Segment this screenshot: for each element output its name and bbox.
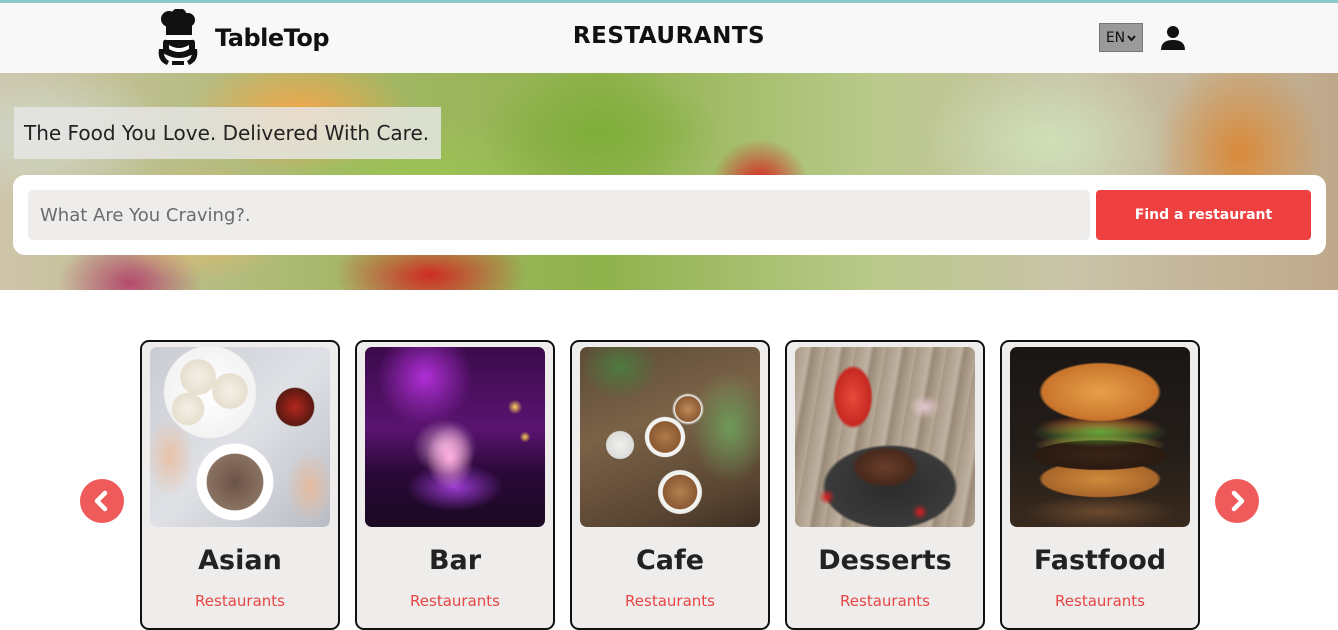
category-name: Fastfood (1033, 545, 1167, 576)
category-card-desserts[interactable]: Desserts Restaurants (785, 340, 985, 630)
language-select[interactable]: EN (1099, 23, 1143, 52)
category-image-desserts (795, 347, 975, 527)
site-header: TableTop RESTAURANTS EN (0, 3, 1338, 73)
category-name: Cafe (635, 545, 705, 576)
brand-name: TableTop (215, 24, 330, 52)
category-image-asian (150, 347, 330, 527)
category-name: Bar (428, 545, 482, 576)
category-subtitle: Restaurants (410, 592, 500, 610)
carousel-next-button[interactable] (1215, 479, 1259, 523)
category-subtitle: Restaurants (625, 592, 715, 610)
carousel-prev-button[interactable] (80, 479, 124, 523)
find-restaurant-button[interactable]: Find a restaurant (1096, 190, 1311, 240)
category-card-bar[interactable]: Bar Restaurants (355, 340, 555, 630)
chef-hat-icon (158, 9, 198, 65)
search-input[interactable] (28, 190, 1090, 240)
category-subtitle: Restaurants (840, 592, 930, 610)
chevron-left-icon (94, 490, 108, 512)
category-image-fastfood (1010, 347, 1190, 527)
category-name: Desserts (818, 545, 952, 576)
category-subtitle: Restaurants (1055, 592, 1145, 610)
category-image-cafe (580, 347, 760, 527)
hero-tagline: The Food You Love. Delivered With Care. (14, 107, 442, 159)
chevron-down-icon (1127, 34, 1136, 42)
category-card-fastfood[interactable]: Fastfood Restaurants (1000, 340, 1200, 630)
logo[interactable]: TableTop (155, 9, 330, 67)
category-image-bar (365, 347, 545, 527)
user-icon[interactable] (1160, 25, 1186, 51)
chevron-right-icon (1231, 490, 1245, 512)
category-subtitle: Restaurants (195, 592, 285, 610)
search-panel: Find a restaurant (13, 175, 1326, 255)
category-card-asian[interactable]: Asian Restaurants (140, 340, 340, 630)
hero-banner: The Food You Love. Delivered With Care. … (0, 73, 1338, 290)
category-card-cafe[interactable]: Cafe Restaurants (570, 340, 770, 630)
language-value: EN (1105, 29, 1126, 46)
category-name: Asian (198, 545, 282, 576)
